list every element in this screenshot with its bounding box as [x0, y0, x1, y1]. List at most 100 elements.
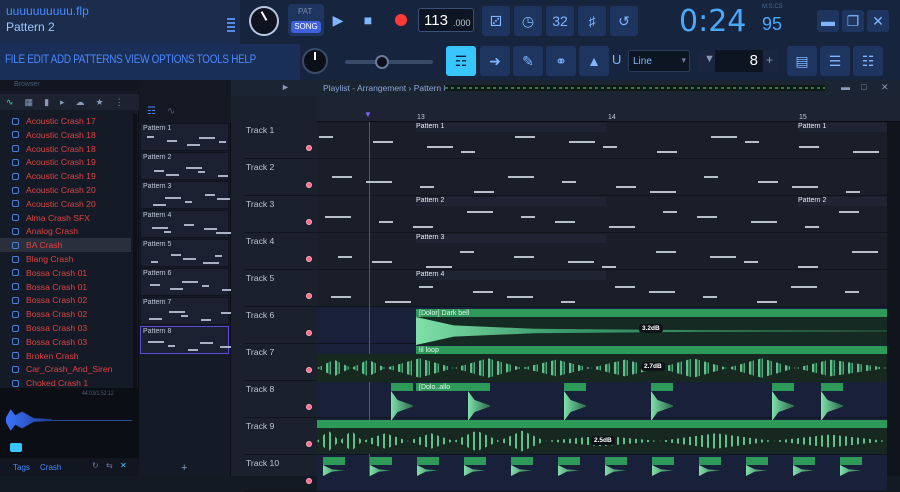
preview-play-icon[interactable]	[10, 443, 22, 452]
clip-pattern4[interactable]: Pattern 4	[416, 271, 606, 280]
browser-item[interactable]: Bossa Crash 02	[0, 293, 131, 307]
step-edit-button[interactable]: ♯	[578, 6, 606, 36]
pattern-selector[interactable]: ▼ 8 +	[699, 50, 779, 72]
pat-song-toggle[interactable]: PAT SONG	[288, 4, 324, 36]
audio-clip-header[interactable]	[370, 457, 392, 465]
track-header[interactable]: Track 10	[244, 455, 316, 492]
time-display[interactable]: 0:24 95 M:S:CS	[676, 2, 806, 40]
audio-clip-header[interactable]	[564, 383, 586, 391]
cloud-filter-icon[interactable]: ☁	[76, 97, 85, 108]
track-mute-icon[interactable]	[306, 330, 312, 336]
audio-clip-header[interactable]	[840, 457, 862, 465]
pattern-item[interactable]: Pattern 6	[140, 268, 232, 296]
audio-clip-header[interactable]	[652, 457, 674, 465]
audio-clip-header[interactable]	[511, 457, 533, 465]
audio-clip-header[interactable]	[417, 457, 439, 465]
clip-dark-bell[interactable]: [Dolor] Dark bell	[416, 309, 887, 317]
clip-pattern1-a[interactable]: Pattern 1	[416, 123, 606, 132]
track-header[interactable]: Track 1	[244, 122, 316, 159]
audio-clip-header[interactable]	[464, 457, 486, 465]
browser-item[interactable]: Acoustic Crash 18	[0, 142, 131, 156]
master-volume-knob[interactable]	[249, 6, 279, 36]
track-mute-icon[interactable]	[306, 256, 312, 262]
footer-tag-tags[interactable]: Tags	[13, 463, 30, 472]
countdown-button[interactable]: 32	[546, 6, 574, 36]
audio-clip-header[interactable]	[605, 457, 627, 465]
browser-item[interactable]: Acoustic Crash 19	[0, 155, 131, 169]
main-pitch-knob[interactable]	[302, 48, 328, 74]
magnet-icon[interactable]: U	[612, 52, 626, 70]
audio-clip-header[interactable]	[699, 457, 721, 465]
clip-dolo-allo[interactable]: [Dolo..allo	[416, 383, 471, 391]
timeline-ruler[interactable]: 13 14 15 ▼	[317, 96, 900, 122]
track-header[interactable]: Track 8	[244, 381, 316, 418]
track-header[interactable]: Track 4	[244, 233, 316, 270]
menu-bar-text[interactable]: FILE EDIT ADD PATTERNS VIEW OPTIONS TOOL…	[5, 54, 256, 66]
audio-clip-header[interactable]	[746, 457, 768, 465]
pattern-item[interactable]: Pattern 3	[140, 181, 230, 209]
star-filter-icon[interactable]: ★	[96, 97, 104, 108]
clip-pattern3[interactable]: Pattern 3	[416, 234, 606, 243]
browser-item[interactable]: Bossa Crash 02	[0, 307, 131, 321]
metronome-button[interactable]: ⚂	[482, 6, 510, 36]
refresh-icon[interactable]: ↻	[92, 461, 99, 470]
track-header[interactable]: Track 2	[244, 159, 316, 196]
shuffle-icon[interactable]: ⇆	[106, 461, 113, 470]
loop-record-button[interactable]: ↺	[610, 6, 638, 36]
audio-clip-header[interactable]	[772, 383, 794, 391]
browser-item[interactable]: Acoustic Crash 19	[0, 169, 131, 183]
pattern-item[interactable]: Pattern 8	[140, 326, 236, 354]
master-pitch-slider[interactable]	[345, 55, 433, 69]
track-mute-icon[interactable]	[306, 219, 312, 225]
audio-icon[interactable]: ∿	[167, 106, 175, 117]
browser-item[interactable]: Acoustic Crash 17	[0, 114, 131, 128]
track-header[interactable]: Track 9	[244, 418, 316, 455]
clip-pattern2-a[interactable]: Pattern 2	[416, 197, 606, 206]
playlist-overview[interactable]	[445, 85, 825, 91]
track-mute-icon[interactable]	[306, 145, 312, 151]
playlist-max-icon[interactable]: □	[861, 82, 866, 92]
browser-item[interactable]: Acoustic Crash 20	[0, 197, 131, 211]
browser-item[interactable]: Bossa Crash 01	[0, 280, 131, 294]
pattern-item[interactable]: Pattern 4	[140, 210, 232, 238]
folder-filter-icon[interactable]: ▦	[25, 97, 34, 108]
close-browser-icon[interactable]: ✕	[120, 461, 127, 470]
pattern-item[interactable]: Pattern 1	[140, 123, 229, 151]
stamp-tool-button[interactable]: ▲	[579, 46, 609, 76]
more-filter-icon[interactable]: ⋮	[115, 97, 124, 108]
link-tool-button[interactable]: ⚭	[546, 46, 576, 76]
playhead-marker-icon[interactable]: ▼	[364, 110, 372, 119]
track-mute-icon[interactable]	[306, 441, 312, 447]
browser-item[interactable]: Bossa Crash 03	[0, 321, 131, 335]
channel-rack-button[interactable]: ☰	[820, 46, 850, 76]
browser-item[interactable]: Bossa Crash 01	[0, 266, 131, 280]
track-mute-icon[interactable]	[306, 404, 312, 410]
browser-item[interactable]: Acoustic Crash 18	[0, 128, 131, 142]
audio-clip-header[interactable]	[821, 383, 843, 391]
browser-item[interactable]: Blang Crash	[0, 252, 131, 266]
stop-button[interactable]: ■	[355, 6, 381, 34]
track-header[interactable]: Track 3	[244, 196, 316, 233]
track-header[interactable]: Track 7	[244, 344, 316, 381]
browser-item[interactable]: Analog Crash	[0, 224, 131, 238]
track-mute-icon[interactable]	[306, 182, 312, 188]
pattern-item[interactable]: Pattern 2	[140, 152, 229, 180]
audio-clip-header[interactable]	[651, 383, 673, 391]
clip-lil-loop[interactable]: lil loop	[416, 346, 887, 354]
browser-item[interactable]: Car_Crash_And_Siren	[0, 362, 131, 376]
pattern-item[interactable]: Pattern 7	[140, 297, 234, 325]
track-lane[interactable]	[317, 159, 887, 196]
speaker-filter-icon[interactable]: ▸	[60, 97, 65, 108]
add-pattern-icon[interactable]: +	[766, 53, 773, 67]
plugin-filter-icon[interactable]: ▮	[44, 97, 49, 108]
waveform-filter-icon[interactable]: ∿	[6, 97, 14, 108]
mixer-button[interactable]: ☷	[853, 46, 883, 76]
current-pattern-name[interactable]: Pattern 2	[6, 20, 55, 34]
close-button[interactable]: ✕	[867, 10, 889, 32]
playlist-menu-icon[interactable]: ►	[281, 82, 290, 92]
browser-item[interactable]: Broken Crash	[0, 349, 131, 363]
audio-clip-header[interactable]	[391, 383, 413, 391]
browser-item[interactable]: BA Crash	[0, 238, 131, 253]
clip-pattern2-b[interactable]: Pattern 2	[798, 197, 887, 206]
pattern-item[interactable]: Pattern 5	[140, 239, 229, 267]
